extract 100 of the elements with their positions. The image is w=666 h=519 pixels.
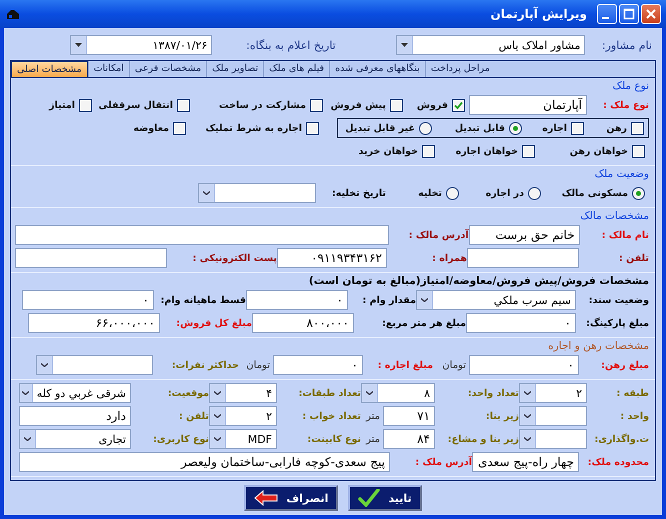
caret-icon	[524, 437, 531, 441]
checkbox[interactable]: مشارکت در ساخت	[219, 98, 323, 112]
section-title: مشخصات مالک	[579, 209, 649, 223]
dropdown[interactable]: سیم سرب ملکي	[416, 290, 576, 310]
tab[interactable]: تصاویر ملک	[206, 61, 264, 77]
text-field[interactable]: خانم حق برست	[468, 225, 580, 245]
check-icon	[358, 489, 380, 507]
caret-icon	[41, 363, 48, 367]
checkbox[interactable]: خواهان خرید	[358, 144, 435, 158]
close-button[interactable]	[641, 4, 661, 24]
maximize-icon	[623, 8, 635, 20]
checkbox[interactable]: فروش	[416, 98, 465, 112]
dropdown[interactable]: تجاری	[19, 429, 131, 449]
window-title: ویرایش آپارتمان	[490, 7, 587, 21]
section-title: نوع ملک	[612, 79, 649, 93]
dropdown[interactable]: ۸	[361, 383, 435, 403]
text-field[interactable]	[15, 225, 390, 245]
field-label: تعداد واحد:	[466, 388, 519, 398]
checkbox[interactable]: اجاره به شرط تملیک	[205, 122, 319, 134]
caret-icon	[75, 43, 82, 47]
field-label: نوع کابینت:	[306, 434, 361, 444]
dropdown[interactable]: ۲	[209, 406, 277, 426]
checkbox[interactable]: انتقال سرقفلی	[98, 98, 190, 112]
tab[interactable]: مشخصات اصلی	[11, 61, 88, 77]
dropdown[interactable]: ۱۳۸۷/۰۱/۲۶	[70, 35, 212, 55]
dropdown[interactable]: شرقی غربي دو کله	[19, 383, 131, 403]
radio-button[interactable]: تخلیه	[418, 186, 459, 200]
caret-icon	[400, 43, 408, 47]
checkbox[interactable]: اجاره	[542, 122, 584, 134]
checkbox[interactable]: پیش فروش	[330, 98, 403, 112]
app-icon	[6, 8, 20, 20]
text-field[interactable]: دارد	[19, 406, 131, 426]
dropdown[interactable]	[198, 183, 316, 203]
dropdown[interactable]: مشاور املاک یاس	[396, 35, 586, 55]
field-label: آدرس ملک :	[414, 456, 472, 468]
tab[interactable]: فیلم های ملک	[263, 61, 330, 77]
unit-label: تومان	[245, 360, 271, 370]
field-label: تعداد طبقات:	[298, 388, 361, 398]
check-icon	[454, 100, 463, 110]
field-label: تلفن :	[618, 252, 649, 264]
text-field[interactable]: پیج سعدی-کوچه فارابی-ساختمان ولیعصر	[19, 452, 390, 472]
dropdown[interactable]: ۲	[519, 383, 587, 403]
field-label: تاریخ تخلیه:	[330, 188, 386, 198]
caret-icon	[203, 191, 210, 195]
field-label: مبلغ کل فروش:	[175, 318, 252, 328]
radio-button[interactable]: قابل تبدیل	[454, 122, 522, 134]
field-label: واحد :	[619, 410, 649, 422]
caret-icon	[524, 414, 531, 418]
field-label: مقدار وام :	[362, 294, 416, 306]
maximize-button[interactable]	[619, 4, 639, 24]
field-label: همراه :	[431, 252, 467, 264]
text-field[interactable]: ۰۹۱۱۹۳۴۳۱۶۲	[277, 248, 387, 268]
caret-icon	[421, 298, 428, 302]
dropdown[interactable]	[519, 406, 587, 426]
dropdown[interactable]	[36, 355, 153, 375]
field-label: نوع کاربری:	[152, 434, 209, 444]
cancel-button[interactable]: انصراف	[244, 485, 338, 511]
checkbox[interactable]: رهن	[606, 122, 644, 134]
text-field[interactable]	[467, 248, 579, 268]
radio-button[interactable]: مسکونی مالک	[562, 186, 645, 200]
checkbox[interactable]: معاوضه	[133, 122, 186, 134]
minimize-button[interactable]	[597, 4, 617, 24]
caret-icon	[214, 437, 221, 441]
tab[interactable]: بنگاههای معرفی شده	[329, 61, 425, 77]
tab[interactable]: مشخصات فرعی	[128, 61, 206, 77]
text-field[interactable]: ۶۶،۰۰۰،۰۰۰	[28, 313, 160, 333]
field-label: وضعیت سند:	[588, 294, 649, 306]
radio-button[interactable]: غیر قابل تبدیل	[345, 122, 432, 134]
text-field[interactable]: ۰	[22, 290, 154, 310]
close-icon	[645, 8, 657, 20]
field-label: موقعیت:	[166, 388, 209, 398]
text-field[interactable]: ۰	[246, 290, 348, 310]
text-field[interactable]: ۷۱	[383, 406, 435, 426]
checkbox[interactable]: خواهان اجاره	[456, 144, 535, 158]
dropdown[interactable]: MDF	[209, 429, 277, 449]
section-title: مشخصات رهن و اجاره	[547, 339, 649, 353]
text-field[interactable]	[15, 248, 167, 268]
tab[interactable]: مراحل پرداخت	[424, 61, 495, 77]
caret-icon	[524, 391, 531, 395]
text-field[interactable]: آپارتمان	[469, 95, 587, 115]
checkbox[interactable]: خواهان رهن	[570, 144, 645, 158]
field-label: حداکثر نفرات:	[170, 360, 239, 370]
field-label: تعداد خواب :	[301, 410, 361, 422]
text-field[interactable]: ۸۰۰،۰۰۰	[252, 313, 354, 333]
field-label: آدرس مالک :	[408, 230, 469, 240]
field-label: زیر بنا:	[484, 410, 519, 422]
dropdown[interactable]: ۴	[209, 383, 277, 403]
text-field[interactable]: ۰	[469, 355, 579, 375]
ok-button[interactable]: تایید	[348, 485, 422, 511]
caret-icon	[214, 391, 221, 395]
text-field[interactable]: ۰	[273, 355, 363, 375]
text-field[interactable]: چهار راه-پیج سعدی	[472, 452, 579, 472]
text-field[interactable]: ۰	[466, 313, 576, 333]
field-label: مبلغ پارکینگ:	[585, 318, 649, 328]
checkbox[interactable]: امتیاز	[49, 98, 92, 112]
text-field[interactable]: ۸۴	[383, 429, 435, 449]
dropdown[interactable]	[519, 429, 587, 449]
field-label: نام مشاور:	[600, 38, 652, 52]
field-label: تاریخ اعلام به بنگاه:	[245, 38, 336, 52]
radio-button[interactable]: در اجاره	[486, 186, 541, 200]
